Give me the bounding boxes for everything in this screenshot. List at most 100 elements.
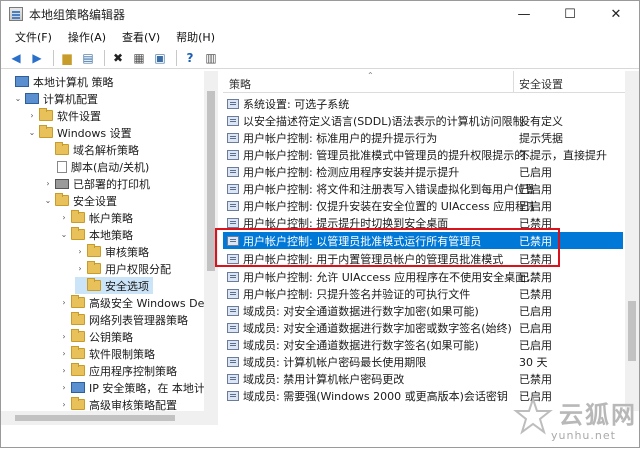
policy-setting: 已启用 <box>519 165 552 179</box>
menu-view[interactable]: 查看(V) <box>114 29 168 45</box>
tree-item[interactable]: ⌄ Windows 设置 <box>27 124 132 141</box>
tree-item[interactable]: › 软件设置 <box>27 107 101 124</box>
delete-icon[interactable]: ✖ <box>109 49 127 67</box>
tree-item[interactable]: › IP 安全策略，在 本地计 <box>59 379 204 396</box>
policy-row[interactable]: 域成员: 计算机帐户密码最长使用期限 30 天 <box>223 353 623 370</box>
policy-row[interactable]: 用户帐户控制: 标准用户的提升提示行为 提示凭据 <box>223 129 623 146</box>
policy-row[interactable]: 域成员: 对安全通道数据进行数字加密(如果可能) 已启用 <box>223 302 623 319</box>
expand-icon[interactable]: › <box>59 383 69 392</box>
expand-icon[interactable]: › <box>59 349 69 358</box>
tree-item[interactable]: › 公钥策略 <box>59 328 133 345</box>
menu-bar: 文件(F) 操作(A) 查看(V) 帮助(H) <box>1 27 639 47</box>
tree-item[interactable]: ⌄ 本地策略 <box>59 226 133 243</box>
tree-item[interactable]: › 高级安全 Windows Defe <box>59 294 215 311</box>
properties-icon[interactable]: ▦ <box>130 49 148 67</box>
list-scrollbar[interactable] <box>625 71 639 411</box>
policy-row[interactable]: 用户帐户控制: 检测应用程序安装并提示提升 已启用 <box>223 163 623 180</box>
list-scroll-thumb[interactable] <box>628 301 636 361</box>
title-bar[interactable]: 本地组策略编辑器 — ☐ ✕ <box>1 1 639 27</box>
tree-item[interactable]: › 软件限制策略 <box>59 345 155 362</box>
collapse-icon[interactable]: ⌄ <box>27 128 37 137</box>
expand-icon[interactable]: › <box>59 213 69 222</box>
tree-hscroll-thumb[interactable] <box>15 415 175 421</box>
policy-name: 以安全描述符定义语言(SDDL)语法表示的计算机访问限制 <box>243 114 524 128</box>
tree-item[interactable]: › 应用程序控制策略 <box>59 362 177 379</box>
collapse-icon[interactable]: ⌄ <box>13 94 23 103</box>
show-pane-icon[interactable]: ▥ <box>202 49 220 67</box>
expand-icon[interactable]: › <box>59 366 69 375</box>
folder-icon <box>71 329 85 342</box>
tree-item[interactable]: 脚本(启动/关机) <box>43 158 149 175</box>
tree-item-label: Windows 设置 <box>57 126 132 140</box>
tree-item[interactable]: › 审核策略 <box>75 243 149 260</box>
show-hide-tree-icon[interactable]: ▤ <box>79 49 97 67</box>
policy-setting: 已启用 <box>519 304 552 318</box>
menu-file[interactable]: 文件(F) <box>7 29 60 45</box>
column-header-setting[interactable]: 安全设置 <box>519 76 563 92</box>
tree-item[interactable]: › 用户权限分配 <box>75 260 171 277</box>
policy-name: 用户帐户控制: 标准用户的提升提示行为 <box>243 131 438 145</box>
policy-setting: 已启用 <box>519 321 552 335</box>
expand-icon[interactable]: › <box>27 111 37 120</box>
policy-row[interactable]: 域成员: 对安全通道数据进行数字加密或数字签名(始终) 已启用 <box>223 319 623 336</box>
back-icon[interactable]: ◀ <box>7 49 25 67</box>
expand-icon[interactable]: › <box>75 264 85 273</box>
tree-item-label: 软件设置 <box>57 109 101 123</box>
menu-help[interactable]: 帮助(H) <box>168 29 223 45</box>
policy-row[interactable]: 用户帐户控制: 管理员批准模式中管理员的提升权限提示的... 不提示，直接提升 <box>223 146 623 163</box>
expand-icon[interactable]: › <box>59 298 69 307</box>
policy-name: 域成员: 禁用计算机帐户密码更改 <box>243 372 405 386</box>
column-divider[interactable] <box>513 71 514 93</box>
policy-row[interactable]: 用户帐户控制: 仅提升安装在安全位置的 UIAccess 应用程序 已启用 <box>223 197 623 214</box>
tree-item-selected[interactable]: 安全选项 <box>75 277 153 294</box>
policy-row[interactable]: 用户帐户控制: 将文件和注册表写入错误虚拟化到每用户位置 已启用 <box>223 180 623 197</box>
tree-item[interactable]: ⌄ 计算机配置 <box>13 90 98 107</box>
tree-hscrollbar[interactable] <box>1 411 218 425</box>
policy-icon <box>227 305 239 316</box>
folder-icon <box>71 397 85 410</box>
refresh-export-icon[interactable]: ▣ <box>151 49 169 67</box>
maximize-button[interactable]: ☐ <box>547 1 593 27</box>
menu-action[interactable]: 操作(A) <box>60 29 114 45</box>
help-icon[interactable]: ? <box>181 49 199 67</box>
policy-setting: 已启用 <box>519 199 552 213</box>
collapse-icon[interactable]: ⌄ <box>43 196 53 205</box>
expand-icon[interactable]: › <box>75 247 85 256</box>
tree-item[interactable]: › 高级审核策略配置 <box>59 396 177 411</box>
policy-row[interactable]: 域成员: 对安全通道数据进行数字签名(如果可能) 已启用 <box>223 336 623 353</box>
tree-item[interactable]: 域名解析策略 <box>43 141 139 158</box>
highlight-annotation-box <box>215 228 560 267</box>
policy-row[interactable]: 系统设置: 可选子系统 <box>223 95 623 112</box>
column-header-policy[interactable]: 策略 <box>229 76 251 92</box>
tree-item-label: 脚本(启动/关机) <box>71 160 150 174</box>
policy-icon <box>227 98 239 109</box>
tree-scroll-thumb[interactable] <box>207 91 215 271</box>
sort-up-icon: ⌃ <box>367 71 374 80</box>
tree-item[interactable]: 网络列表管理器策略 <box>59 311 188 328</box>
collapse-icon[interactable]: ⌄ <box>59 230 69 239</box>
expand-icon[interactable]: › <box>43 179 53 188</box>
tree-item[interactable]: › 已部署的打印机 <box>43 175 150 192</box>
tree-item[interactable]: › 帐户策略 <box>59 209 133 226</box>
open-folder-icon <box>87 278 101 291</box>
policy-row[interactable]: 用户帐户控制: 允许 UIAccess 应用程序在不使用安全桌面... 已禁用 <box>223 268 623 285</box>
expand-icon[interactable]: › <box>59 400 69 409</box>
expand-icon[interactable]: › <box>59 332 69 341</box>
policy-icon <box>227 390 239 401</box>
policy-name: 用户帐户控制: 只提升签名并验证的可执行文件 <box>243 287 471 301</box>
policy-row[interactable]: 用户帐户控制: 只提升签名并验证的可执行文件 已禁用 <box>223 285 623 302</box>
policy-setting: 已禁用 <box>519 287 552 301</box>
tree-pane: 本地计算机 策略 ⌄ 计算机配置 › 软件设置 ⌄ Windows 设置 域名解… <box>1 71 218 411</box>
policy-name: 用户帐户控制: 将文件和注册表写入错误虚拟化到每用户位置 <box>243 182 533 196</box>
tree-item[interactable]: ⌄ 安全设置 <box>43 192 117 209</box>
policy-row[interactable]: 以安全描述符定义语言(SDDL)语法表示的计算机访问限制 没有定义 <box>223 112 623 129</box>
policy-name: 用户帐户控制: 管理员批准模式中管理员的提升权限提示的... <box>243 148 533 162</box>
close-button[interactable]: ✕ <box>593 1 639 27</box>
window-controls: — ☐ ✕ <box>501 1 639 27</box>
policy-icon <box>227 132 239 143</box>
policy-row[interactable]: 域成员: 禁用计算机帐户密码更改 已禁用 <box>223 370 623 387</box>
tree-item[interactable]: 本地计算机 策略 <box>3 73 114 90</box>
forward-icon[interactable]: ▶ <box>28 49 46 67</box>
up-folder-icon[interactable]: ▆ <box>58 49 76 67</box>
minimize-button[interactable]: — <box>501 1 547 27</box>
